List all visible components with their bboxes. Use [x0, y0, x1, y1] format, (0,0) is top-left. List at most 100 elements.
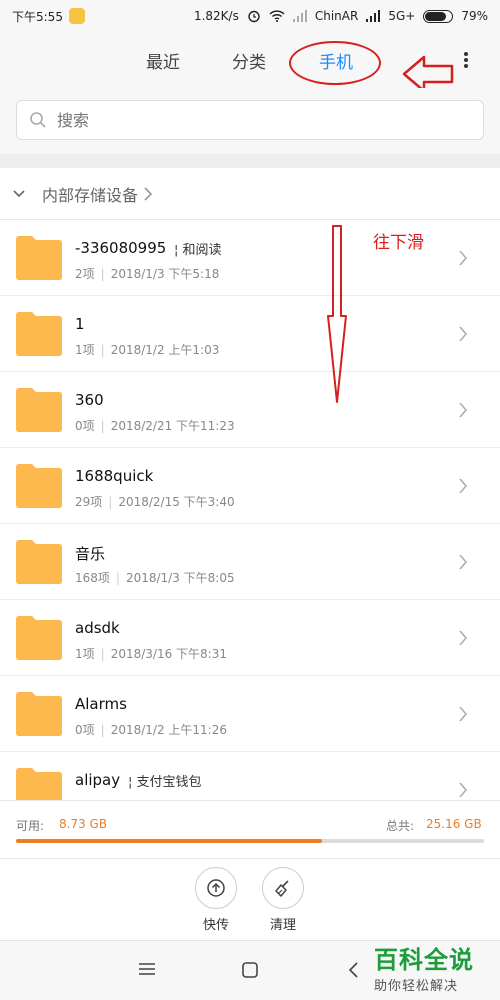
- chevron-right-icon: [459, 554, 467, 570]
- folder-meta: 1项 | 2018/1/2 上午1:03: [75, 341, 219, 358]
- carrier-name: ChinAR: [314, 9, 359, 23]
- folder-count: 29项: [75, 495, 103, 509]
- total-label: 总共:: [386, 819, 415, 833]
- folder-name: 1: [75, 315, 85, 333]
- chevron-right-icon: [459, 250, 467, 266]
- meta-separator: |: [108, 495, 113, 509]
- battery-level: [425, 11, 446, 21]
- folder-meta: 168项 | 2018/1/3 下午8:05: [75, 569, 235, 586]
- available-value: 8.73 GB: [59, 817, 108, 831]
- list-item[interactable]: -336080995 ¦ 和阅读 2项 | 2018/1/3 下午5:18: [0, 220, 500, 296]
- upload-icon: [207, 879, 225, 897]
- folder-meta: 29项 | 2018/2/15 下午3:40: [75, 493, 235, 510]
- storage-panel: 可用: 8.73 GB 总共: 25.16 GB: [0, 800, 500, 858]
- folder-icon: [16, 312, 62, 356]
- chevron-right-icon: [459, 630, 467, 646]
- folder-date: 2018/1/2 上午1:03: [110, 343, 220, 357]
- chevron-right-icon: [459, 478, 467, 494]
- wifi-icon: [269, 10, 285, 22]
- back-icon[interactable]: [346, 961, 360, 979]
- folder-date: 2018/1/2 上午11:26: [110, 723, 227, 737]
- folder-date: 2018/1/3 下午8:05: [125, 571, 235, 585]
- annotation-circle: [289, 41, 381, 85]
- folder-count: 2项: [75, 267, 95, 281]
- action-bar: 快传 清理: [0, 858, 500, 940]
- folder-date: 2018/2/15 下午3:40: [118, 495, 235, 509]
- meta-separator: |: [100, 419, 105, 433]
- chevron-down-icon[interactable]: [12, 189, 26, 199]
- annotation-scroll-hint: 往下滑: [373, 233, 424, 253]
- folder-icon: [16, 616, 62, 660]
- signal-icon-2: [366, 10, 381, 22]
- meta-separator: |: [100, 267, 105, 281]
- folder-count: 1项: [75, 343, 95, 357]
- list-item[interactable]: 音乐 168项 | 2018/1/3 下午8:05: [0, 524, 500, 600]
- folder-icon: [16, 236, 62, 280]
- breadcrumb[interactable]: 内部存储设备: [0, 168, 500, 220]
- folder-meta: 1项 | 2018/3/16 下午8:31: [75, 645, 227, 662]
- storage-bar-fill: [16, 839, 322, 843]
- list-item[interactable]: 1688quick 29项 | 2018/2/15 下午3:40: [0, 448, 500, 524]
- network-speed: 1.82K/s: [193, 9, 239, 23]
- folder-tag: ¦ 和阅读: [174, 243, 222, 258]
- list-item[interactable]: 1 1项 | 2018/1/2 上午1:03: [0, 296, 500, 372]
- folder-count: 168项: [75, 571, 110, 585]
- divider: [0, 154, 500, 168]
- clean-button[interactable]: 清理: [253, 867, 313, 933]
- meta-separator: |: [100, 343, 105, 357]
- watermark-logo: 百科全说 助你轻松解决: [374, 940, 494, 994]
- list-item[interactable]: 360 0项 | 2018/2/21 下午11:23: [0, 372, 500, 448]
- alarm-icon: [248, 10, 260, 23]
- watermark-title: 百科全说: [374, 946, 474, 974]
- notification-app-icon: [68, 8, 85, 24]
- chevron-right-icon: [459, 326, 467, 342]
- folder-list: -336080995 ¦ 和阅读 2项 | 2018/1/3 下午5:18 1 1项 | 201…: [0, 220, 500, 828]
- meta-separator: |: [100, 647, 105, 661]
- search-box[interactable]: [16, 100, 484, 140]
- folder-name: alipay: [75, 771, 121, 789]
- file-manager-screen: 下午5:55 1.82K/s ChinAR 5G+ 79% 最近 分类 手机 搜…: [0, 0, 500, 1000]
- folder-count: 0项: [75, 723, 95, 737]
- chevron-right-icon: [144, 186, 153, 201]
- folder-date: 2018/3/16 下午8:31: [110, 647, 227, 661]
- folder-meta: 0项 | 2018/1/2 上午11:26: [75, 721, 227, 738]
- folder-name: 360: [75, 391, 104, 409]
- folder-icon: [16, 388, 62, 432]
- total-value: 25.16 GB: [426, 817, 482, 831]
- annotation-arrow-down-icon: [327, 225, 347, 403]
- tab-category[interactable]: 分类: [232, 48, 266, 73]
- transfer-label: 快传: [202, 918, 229, 933]
- meta-separator: |: [100, 723, 105, 737]
- signal-icon: [292, 10, 307, 22]
- folder-icon: [16, 464, 62, 508]
- battery-icon: [423, 9, 454, 23]
- network-type: 5G+: [388, 9, 416, 23]
- menu-icon[interactable]: [138, 961, 156, 977]
- folder-count: 1项: [75, 647, 95, 661]
- folder-icon: [16, 540, 62, 584]
- meta-separator: |: [115, 571, 120, 585]
- search-input[interactable]: [57, 110, 457, 130]
- folder-meta: 0项 | 2018/2/21 下午11:23: [75, 417, 235, 434]
- more-menu-icon[interactable]: [459, 50, 473, 72]
- transfer-button[interactable]: 快传: [186, 867, 246, 933]
- folder-name: adsdk: [75, 619, 120, 637]
- chevron-right-icon: [459, 706, 467, 722]
- folder-name: 1688quick: [75, 467, 154, 485]
- folder-date: 2018/1/3 下午5:18: [110, 267, 220, 281]
- home-icon[interactable]: [241, 961, 259, 979]
- list-item[interactable]: Alarms 0项 | 2018/1/2 上午11:26: [0, 676, 500, 752]
- tab-recent[interactable]: 最近: [146, 48, 180, 73]
- broom-icon: [275, 880, 289, 897]
- folder-name: Alarms: [75, 695, 127, 713]
- status-bar: 下午5:55 1.82K/s ChinAR 5G+ 79%: [0, 0, 500, 32]
- storage-bar: [16, 839, 484, 843]
- battery-percent: 79%: [461, 9, 488, 23]
- folder-icon: [16, 692, 62, 736]
- breadcrumb-label[interactable]: 内部存储设备: [42, 182, 138, 206]
- list-item[interactable]: adsdk 1项 | 2018/3/16 下午8:31: [0, 600, 500, 676]
- watermark-subtitle: 助你轻松解决: [374, 979, 459, 994]
- folder-date: 2018/2/21 下午11:23: [110, 419, 235, 433]
- available-label: 可用:: [16, 819, 45, 833]
- folder-name: -336080995: [75, 239, 167, 257]
